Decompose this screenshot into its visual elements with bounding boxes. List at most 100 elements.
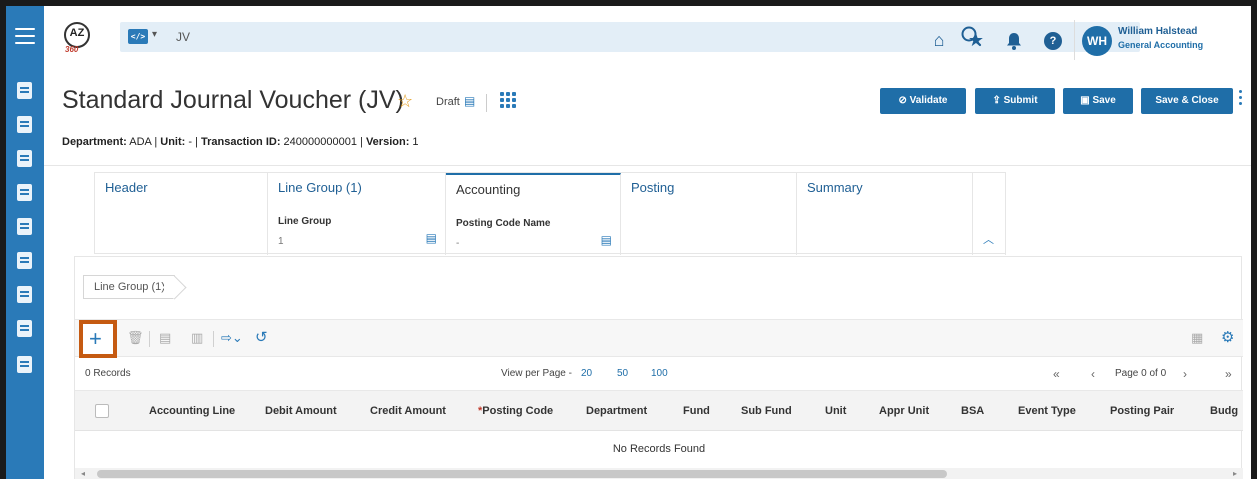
code-icon[interactable]: </> (128, 29, 148, 44)
notes-icon[interactable]: ▤ (426, 231, 437, 245)
search-value[interactable]: JV (176, 30, 190, 44)
tab-label: Header (105, 180, 148, 195)
scroll-right-icon[interactable]: ▸ (1233, 469, 1237, 478)
rail-icon-6[interactable] (17, 252, 32, 269)
save-close-button[interactable]: Save & Close (1141, 88, 1233, 114)
status-badge: Draft (436, 96, 460, 108)
chevron-up-icon[interactable]: ︿ (983, 231, 994, 247)
column-header[interactable]: Accounting Line (149, 405, 235, 417)
tab-header[interactable]: Header (95, 173, 268, 255)
chevron-down-icon[interactable]: ▾ (152, 29, 157, 40)
notes-icon[interactable]: ▤ (601, 233, 612, 247)
rail-icon-1[interactable] (17, 82, 32, 99)
app-grid-icon[interactable] (500, 92, 516, 108)
favorite-star-icon[interactable]: ☆ (397, 91, 413, 112)
tab-sub-value: - (456, 238, 460, 249)
tab-accounting[interactable]: Accounting Posting Code Name - ▤ (446, 173, 621, 255)
scroll-left-icon[interactable]: ◂ (81, 469, 85, 478)
rail-icon-9[interactable] (17, 356, 32, 373)
page-size-50[interactable]: 50 (617, 368, 628, 379)
user-name[interactable]: William Halstead (1118, 26, 1197, 37)
column-header[interactable]: Sub Fund (741, 405, 792, 417)
scrollbar-thumb[interactable] (97, 470, 947, 478)
column-header[interactable]: Posting Pair (1110, 405, 1174, 417)
favorites-star-icon[interactable]: ★ (966, 30, 986, 50)
record-count: 0 Records (85, 368, 131, 379)
tab-posting[interactable]: Posting (621, 173, 797, 255)
check-circle-icon: ⊘ (898, 95, 910, 106)
page-size-100[interactable]: 100 (651, 368, 668, 379)
breadcrumb[interactable]: Line Group (1) (83, 275, 175, 299)
department-label: Department: (62, 136, 127, 148)
plus-icon: + (89, 326, 102, 351)
grid-header-row: Accounting Line Debit Amount Credit Amou… (75, 391, 1243, 431)
global-search-bar[interactable]: </> ▾ JV (120, 22, 1140, 52)
settings-gear-icon[interactable]: ⚙ (1221, 328, 1234, 346)
horizontal-scrollbar[interactable]: ◂ ▸ (75, 468, 1243, 479)
page-info: Page 0 of 0 (1115, 368, 1167, 379)
column-label: Posting Code (482, 405, 554, 417)
rail-icon-5[interactable] (17, 218, 32, 235)
next-page-icon[interactable]: › (1183, 367, 1187, 381)
rail-icon-2[interactable] (17, 116, 32, 133)
transaction-id-value: 240000000001 (283, 136, 357, 148)
page-header: Standard Journal Voucher (JV) ☆ Draft ▤ … (44, 74, 1251, 166)
validate-button[interactable]: ⊘ Validate (880, 88, 966, 114)
accounting-grid-section: Line Group (1) + 🗑 ▤ ▥ ⇨⌄ ↺ ▦ ⚙ 0 Record… (74, 256, 1243, 479)
submit-label: Submit (1003, 95, 1038, 106)
column-header[interactable]: BSA (961, 405, 984, 417)
more-options-icon[interactable] (1239, 90, 1243, 108)
paste-icon[interactable]: ▥ (191, 330, 203, 346)
grid-toolbar: + 🗑 ▤ ▥ ⇨⌄ ↺ ▦ ⚙ (75, 319, 1243, 358)
export-icon[interactable]: ⇨⌄ (221, 330, 243, 346)
home-icon[interactable]: ⌂ (929, 30, 949, 50)
column-header[interactable]: Fund (683, 405, 710, 417)
header-divider (486, 94, 487, 112)
tab-summary[interactable]: Summary (797, 173, 973, 255)
toolbar-divider (149, 331, 150, 347)
page-title: Standard Journal Voucher (JV) (62, 86, 404, 114)
select-all-checkbox[interactable] (95, 404, 109, 418)
transaction-meta: Department: ADA | Unit: - | Transaction … (62, 136, 419, 148)
column-header[interactable]: Debit Amount (265, 405, 337, 417)
column-header-required[interactable]: *Posting Code (478, 405, 553, 417)
column-chooser-icon[interactable]: ▦ (1191, 330, 1203, 346)
pagination-bar: 0 Records View per Page - 20 50 100 « ‹ … (75, 357, 1243, 391)
last-page-icon[interactable]: » (1225, 367, 1232, 381)
column-header[interactable]: Department (586, 405, 647, 417)
user-role: General Accounting (1118, 40, 1204, 50)
user-avatar[interactable]: WH (1082, 26, 1112, 56)
save-button[interactable]: ▣ Save (1063, 88, 1133, 114)
rail-icon-3[interactable] (17, 150, 32, 167)
help-icon[interactable]: ? (1044, 32, 1062, 50)
notes-icon[interactable]: ▤ (464, 94, 475, 108)
rail-icon-4[interactable] (17, 184, 32, 201)
delete-icon[interactable]: 🗑 (127, 330, 144, 346)
page-size-20[interactable]: 20 (581, 368, 592, 379)
prev-page-icon[interactable]: ‹ (1091, 367, 1095, 381)
save-icon: ▣ (1080, 95, 1093, 106)
copy-icon[interactable]: ▤ (159, 330, 171, 346)
column-header[interactable]: Credit Amount (370, 405, 446, 417)
bell-icon[interactable] (1004, 31, 1024, 51)
validate-label: Validate (909, 95, 948, 106)
add-row-button[interactable]: + (79, 320, 117, 358)
refresh-icon[interactable]: ↺ (255, 328, 268, 346)
tab-line-group[interactable]: Line Group (1) Line Group 1 ▤ (268, 173, 446, 255)
column-header[interactable]: Appr Unit (879, 405, 929, 417)
column-header[interactable]: Event Type (1018, 405, 1076, 417)
rail-icon-8[interactable] (17, 320, 32, 337)
column-header[interactable]: Unit (825, 405, 846, 417)
version-value: 1 (412, 136, 419, 148)
tabs-collapse[interactable]: ︿ (973, 173, 1006, 255)
transaction-id-label: Transaction ID: (201, 136, 281, 148)
rail-icon-7[interactable] (17, 286, 32, 303)
submit-button[interactable]: ⇪ Submit (975, 88, 1055, 114)
department-value: ADA (129, 136, 152, 148)
view-per-page-label: View per Page - (501, 368, 572, 379)
hamburger-menu-icon[interactable] (15, 28, 35, 44)
unit-value: - (188, 136, 193, 148)
section-tabs: Header Line Group (1) Line Group 1 ▤ Acc… (94, 172, 1006, 255)
first-page-icon[interactable]: « (1053, 367, 1060, 381)
column-header[interactable]: Budg (1210, 405, 1238, 417)
